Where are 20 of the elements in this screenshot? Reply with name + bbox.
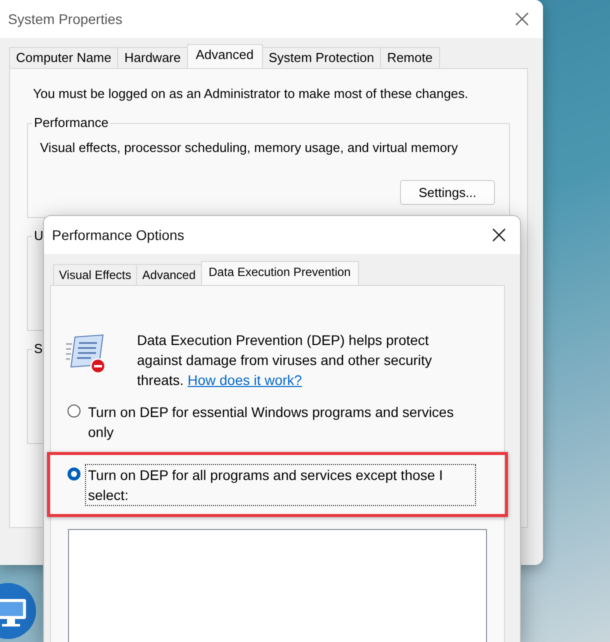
radio-button[interactable]	[67, 467, 81, 481]
window-title: System Properties	[8, 11, 122, 27]
binary-document-blocked-icon	[65, 334, 107, 374]
tab[interactable]: Visual Effects	[53, 264, 138, 285]
group-description: Visual effects, processor scheduling, memory usage, and virtual memory	[40, 140, 459, 155]
radio-button[interactable]	[67, 404, 81, 418]
group-label: Performance	[32, 115, 110, 130]
radio-label[interactable]: Turn on DEP for all programs and services except those I select:	[85, 464, 476, 506]
close-icon[interactable]	[492, 228, 506, 242]
dep-description: Data Execution Prevention (DEP) helps protect against damage from viruses and other security threats. How does it work?	[137, 331, 433, 390]
tab[interactable]: Computer Name	[9, 47, 118, 68]
tab[interactable]: Remote	[380, 47, 440, 68]
tab[interactable]: Advanced	[186, 44, 263, 68]
radio-label[interactable]: Turn on DEP for essential Windows programs and services only	[85, 401, 476, 443]
dialog-title: Performance Options	[52, 227, 184, 243]
admin-notice: You must be logged on as an Administrator to make most of these changes.	[33, 86, 470, 101]
tab[interactable]: Data Execution Prevention	[200, 261, 359, 285]
tab[interactable]: System Protection	[262, 47, 382, 68]
settings-button[interactable]: Settings...	[400, 180, 495, 205]
how-it-works-link[interactable]: How does it work?	[188, 372, 302, 388]
